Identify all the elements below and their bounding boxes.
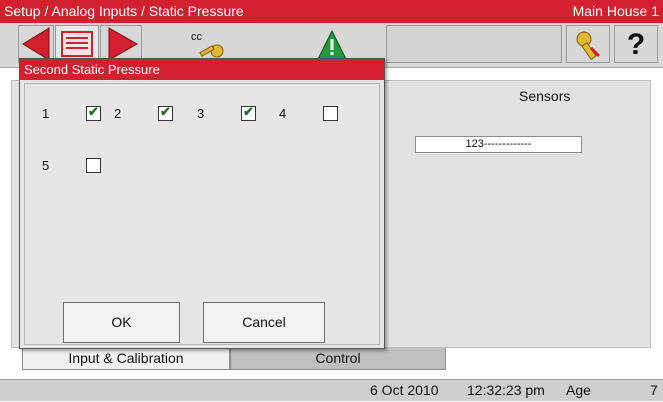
status-time: 12:32:23 pm [467, 382, 545, 398]
checkbox[interactable] [241, 104, 256, 121]
checkbox-label: 4 [279, 106, 287, 121]
checkbox-label: 2 [114, 106, 122, 121]
second-static-pressure-dialog: Second Static Pressure 1 2 3 4 5 OK Canc… [19, 58, 385, 349]
tab-input-calibration[interactable]: Input & Calibration [22, 348, 230, 370]
title-bar: Setup / Analog Inputs / Static Pressure … [0, 0, 663, 23]
sensor-checkbox-2[interactable]: 2 [106, 99, 186, 129]
checkbox[interactable] [86, 104, 101, 121]
checkbox[interactable] [86, 158, 101, 173]
checkbox-label: 1 [42, 106, 50, 121]
location-label: Main House 1 [572, 3, 659, 19]
sensor-checkbox-3[interactable]: 3 [189, 99, 269, 129]
sensor-checkbox-5[interactable]: 5 [34, 151, 114, 181]
checkbox[interactable] [158, 104, 173, 121]
status-date: 6 Oct 2010 [370, 382, 439, 398]
arrow-left-icon [22, 27, 50, 61]
tab-control[interactable]: Control [230, 348, 446, 370]
list-icon [61, 31, 93, 57]
status-age-value: 7 [650, 382, 658, 398]
sensors-heading: Sensors [519, 88, 571, 104]
help-icon: ? [626, 28, 646, 61]
dialog-title: Second Static Pressure [20, 59, 384, 80]
status-bar: 6 Oct 2010 12:32:23 pm Age 7 [0, 379, 663, 401]
cancel-button[interactable]: Cancel [203, 302, 325, 343]
sensor-checkbox-4[interactable]: 4 [271, 99, 351, 129]
sensor-checkbox-1[interactable]: 1 [34, 99, 114, 129]
key-icon [576, 31, 601, 60]
sensor-value-field[interactable]: 123------------- [415, 136, 582, 153]
status-age-label: Age [566, 382, 591, 398]
checkbox-label: 3 [197, 106, 205, 121]
checkbox[interactable] [323, 106, 338, 121]
breadcrumb: Setup / Analog Inputs / Static Pressure [4, 3, 244, 19]
toolbar-spacer [386, 25, 562, 63]
key-button[interactable] [566, 25, 610, 63]
arrow-right-icon [108, 27, 139, 61]
ok-button[interactable]: OK [63, 302, 180, 343]
help-button[interactable]: ? [614, 25, 658, 63]
checkbox-label: 5 [42, 158, 50, 173]
